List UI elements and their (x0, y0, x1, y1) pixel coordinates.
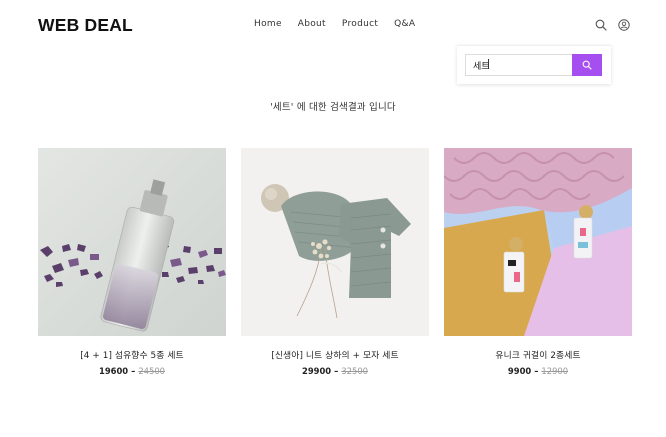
product-price-row: 9900–12900 (444, 366, 632, 376)
sale-price: 29900 (302, 366, 332, 376)
price-separator: – (334, 366, 339, 376)
product-name[interactable]: [4 + 1] 섬유향수 5종 세트 (38, 348, 226, 361)
search-icon (582, 60, 592, 70)
search-input[interactable] (465, 54, 572, 76)
original-price: 12900 (541, 366, 569, 376)
nav-product[interactable]: Product (342, 19, 378, 29)
nav-about[interactable]: About (298, 19, 326, 29)
nav-home[interactable]: Home (254, 19, 282, 29)
original-price: 32500 (341, 366, 368, 376)
original-price: 24500 (138, 366, 165, 376)
product-image[interactable] (444, 148, 632, 336)
product-card[interactable]: [신생아] 니트 상하의 + 모자 세트 29900–32500 (241, 148, 429, 376)
sale-price: 9900 (507, 366, 532, 376)
search-submit-button[interactable] (572, 54, 602, 76)
user-icon[interactable] (618, 16, 630, 31)
search-result-caption: '세트' 에 대한 검색결과 입니다 (270, 102, 396, 113)
product-card[interactable]: [4 + 1] 섬유향수 5종 세트 19600–24500 (38, 148, 226, 376)
text-cursor (488, 59, 489, 69)
product-price-row: 19600–24500 (38, 366, 226, 376)
price-separator: – (131, 366, 136, 376)
product-price-row: 29900–32500 (241, 366, 429, 376)
product-card[interactable]: 유니크 귀걸이 2종세트 9900–12900 (444, 148, 632, 376)
search-dropdown (457, 45, 611, 84)
main-nav: Home About Product Q&A (254, 19, 431, 29)
search-icon[interactable] (595, 16, 607, 31)
product-image[interactable] (241, 148, 429, 336)
sale-price: 19600 (99, 366, 129, 376)
product-name[interactable]: 유니크 귀걸이 2종세트 (444, 348, 632, 361)
site-logo[interactable]: WEB DEAL (38, 15, 133, 36)
product-image[interactable] (38, 148, 226, 336)
product-name[interactable]: [신생아] 니트 상하의 + 모자 세트 (241, 348, 429, 361)
nav-qna[interactable]: Q&A (394, 19, 415, 29)
price-separator: – (534, 366, 539, 376)
